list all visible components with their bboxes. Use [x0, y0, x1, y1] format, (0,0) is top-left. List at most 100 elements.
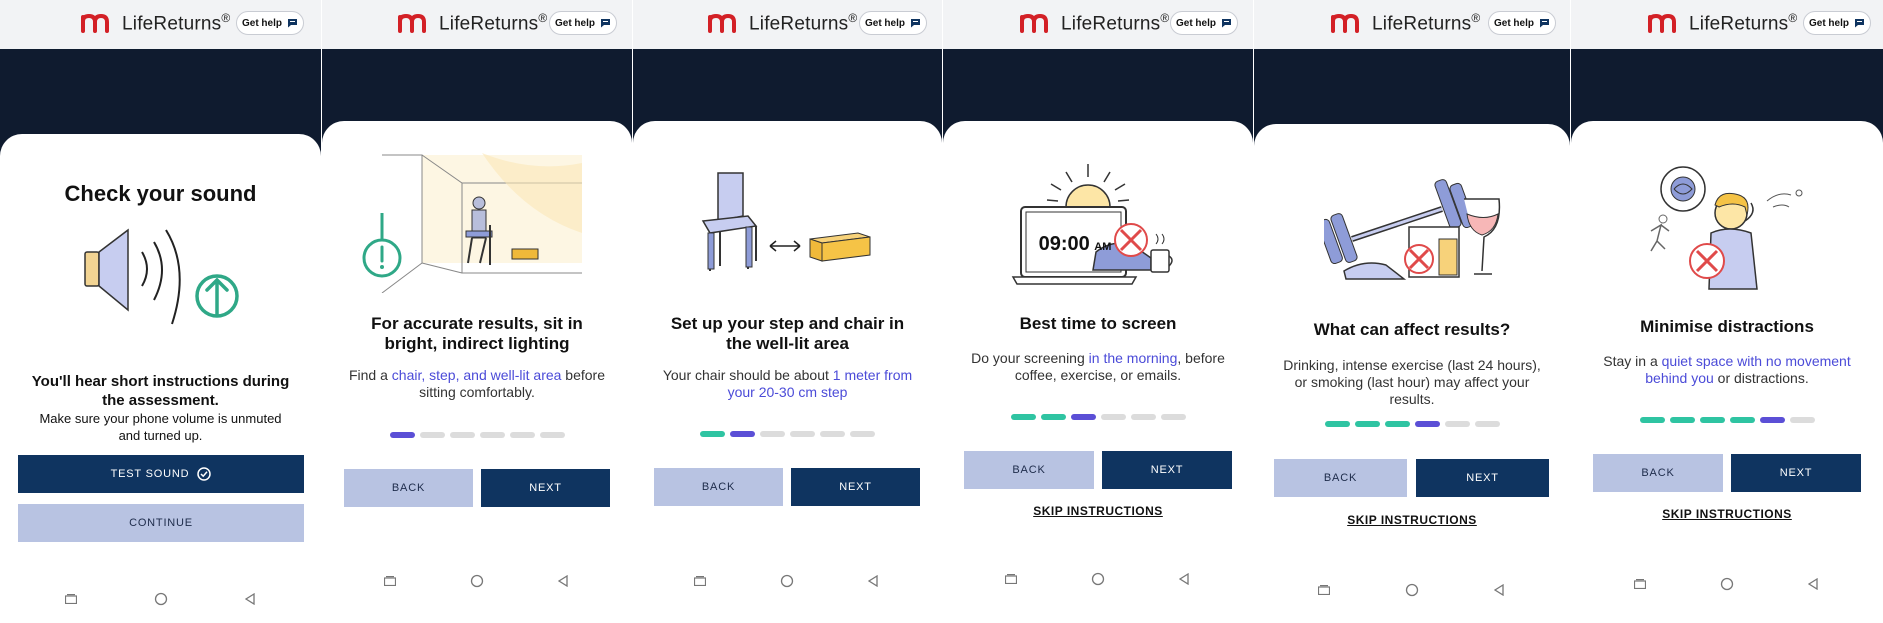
app-header: LifeReturns® Get help [1571, 0, 1883, 49]
back-button[interactable]: BACK [344, 469, 473, 507]
recent-apps-icon[interactable] [1634, 579, 1646, 589]
home-icon[interactable] [470, 574, 484, 588]
screen-body: Drinking, intense exercise (last 24 hour… [1283, 357, 1541, 407]
get-help-label: Get help [1808, 17, 1849, 29]
screen-subtitle: You'll hear short instructions during th… [31, 373, 290, 409]
home-icon[interactable] [1720, 577, 1734, 591]
back-nav-icon[interactable] [1494, 584, 1504, 596]
next-button[interactable]: NEXT [481, 469, 610, 507]
app-logo: LifeReturns® [1330, 11, 1480, 35]
chat-bubble-icon [601, 19, 610, 28]
brand-name: LifeReturns® [1689, 10, 1798, 35]
app-logo: LifeReturns® [80, 11, 230, 35]
brand-name: LifeReturns® [1061, 10, 1170, 35]
next-label: NEXT [529, 482, 562, 494]
back-button[interactable]: BACK [654, 468, 783, 506]
get-help-label: Get help [554, 17, 595, 29]
m-logo-icon [1648, 13, 1676, 33]
get-help-button[interactable]: Get help [1803, 11, 1871, 35]
get-help-button[interactable]: Get help [549, 11, 617, 35]
recent-apps-icon[interactable] [694, 576, 706, 586]
m-logo-icon [398, 13, 426, 33]
brand-name: LifeReturns® [439, 10, 548, 35]
android-nav-bar [0, 592, 321, 608]
m-logo-icon [1331, 13, 1359, 33]
progress-step [1384, 421, 1410, 427]
back-button[interactable]: BACK [964, 451, 1094, 489]
recent-apps-icon[interactable] [1318, 585, 1330, 595]
progress-step [790, 431, 815, 437]
back-label: BACK [701, 481, 736, 493]
m-logo-icon [1020, 13, 1048, 33]
back-nav-icon[interactable] [1808, 578, 1818, 590]
chat-bubble-icon [288, 19, 297, 28]
progress-step [419, 432, 445, 438]
screen-title: What can affect results? [1313, 320, 1511, 339]
android-nav-bar [322, 574, 632, 590]
progress-step [1669, 417, 1695, 423]
speaker-volume-up-icon [84, 228, 239, 325]
home-icon[interactable] [780, 574, 794, 588]
back-button[interactable]: BACK [1593, 454, 1723, 492]
app-logo: LifeReturns® [1019, 11, 1169, 35]
content-card: What can affect results? Drinking, inten… [1254, 124, 1570, 623]
home-icon[interactable] [1091, 572, 1105, 586]
distracted-person-icon [1650, 166, 1803, 290]
progress-step [539, 432, 565, 438]
recent-apps-icon[interactable] [384, 576, 396, 586]
back-nav-icon[interactable] [1179, 573, 1189, 585]
app-header: LifeReturns® Get help [1254, 0, 1570, 49]
next-button[interactable]: NEXT [1102, 451, 1232, 489]
get-help-button[interactable]: Get help [859, 11, 927, 35]
screen-affect-results: LifeReturns® Get help What can affect re… [1254, 0, 1570, 623]
progress-step [760, 431, 785, 437]
get-help-label: Get help [1493, 17, 1534, 29]
continue-button[interactable]: CONTINUE [18, 504, 304, 542]
progress-step [1789, 417, 1815, 423]
progress-step [730, 431, 755, 437]
get-help-button[interactable]: Get help [1488, 11, 1556, 35]
skip-instructions-link[interactable]: SKIP INSTRUCTIONS [1571, 507, 1883, 521]
skip-instructions-link[interactable]: SKIP INSTRUCTIONS [1254, 513, 1570, 527]
progress-step [820, 431, 845, 437]
next-button[interactable]: NEXT [1416, 459, 1549, 497]
next-button[interactable]: NEXT [791, 468, 920, 506]
progress-step [509, 432, 535, 438]
android-nav-bar [633, 574, 942, 590]
get-help-label: Get help [241, 17, 282, 29]
get-help-button[interactable]: Get help [1170, 11, 1238, 35]
brand-name: LifeReturns® [749, 10, 858, 35]
recent-apps-icon[interactable] [65, 594, 77, 604]
screen-best-time: LifeReturns® Get help 09:00 AM Best time… [943, 0, 1253, 623]
home-icon[interactable] [1405, 583, 1419, 597]
chat-bubble-icon [1855, 19, 1864, 28]
brand-name: LifeReturns® [1372, 10, 1481, 35]
next-label: NEXT [839, 481, 872, 493]
screen-check-sound: LifeReturns® Get help Check your sound Y… [0, 0, 321, 623]
get-help-button[interactable]: Get help [236, 11, 304, 35]
next-label: NEXT [1150, 464, 1184, 476]
next-button[interactable]: NEXT [1731, 454, 1861, 492]
skip-instructions-link[interactable]: SKIP INSTRUCTIONS [943, 504, 1253, 518]
progress-step [1070, 414, 1096, 420]
recent-apps-icon[interactable] [1005, 574, 1017, 584]
screen-title: Best time to screen [1019, 314, 1177, 333]
app-header: LifeReturns® Get help [943, 0, 1253, 49]
back-nav-icon[interactable] [245, 593, 255, 605]
back-label: BACK [1641, 467, 1675, 479]
screen-setup: LifeReturns® Get help Set up your step a… [633, 0, 942, 623]
back-nav-icon[interactable] [868, 575, 878, 587]
content-card: Set up your step and chair in the well-l… [633, 121, 942, 623]
back-label: BACK [1012, 464, 1046, 476]
back-nav-icon[interactable] [558, 575, 568, 587]
app-logo: LifeReturns® [707, 11, 857, 35]
continue-label: CONTINUE [129, 517, 193, 529]
back-button[interactable]: BACK [1274, 459, 1407, 497]
chair-and-step-icon [701, 172, 871, 271]
test-sound-button[interactable]: TEST SOUND [18, 455, 304, 493]
m-logo-icon [708, 13, 736, 33]
home-icon[interactable] [154, 592, 168, 606]
progress-step [449, 432, 475, 438]
progress-step [1130, 414, 1156, 420]
screen-body: Make sure your phone volume is unmuted a… [39, 411, 282, 443]
